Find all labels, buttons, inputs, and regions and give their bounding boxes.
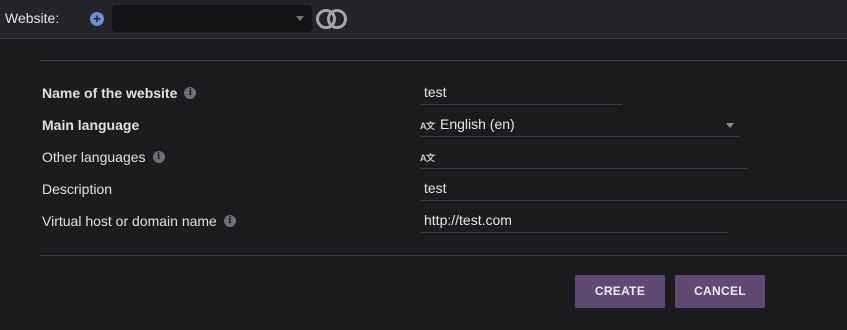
info-icon[interactable]: i bbox=[184, 87, 197, 99]
divider bbox=[40, 255, 847, 256]
website-select[interactable] bbox=[112, 5, 312, 32]
description-label: Description bbox=[42, 181, 113, 197]
vhost-label-row: Virtual host or domain name i bbox=[42, 212, 236, 230]
add-website-icon[interactable]: + bbox=[90, 12, 104, 26]
name-value: test bbox=[424, 84, 447, 100]
vhost-value: http://test.com bbox=[424, 212, 512, 228]
main-language-label: Main language bbox=[42, 117, 140, 133]
description-value: test bbox=[424, 180, 447, 196]
name-label: Name of the website bbox=[42, 85, 178, 101]
other-languages-label-row: Other languages i bbox=[42, 148, 165, 166]
name-field[interactable]: test bbox=[420, 81, 622, 105]
cancel-button[interactable]: CANCEL bbox=[675, 275, 765, 308]
divider bbox=[40, 60, 847, 61]
main-language-value: English (en) bbox=[440, 116, 515, 132]
top-toolbar: Website: + bbox=[0, 0, 847, 39]
description-field[interactable]: test bbox=[420, 177, 847, 201]
name-label-row: Name of the website i bbox=[42, 84, 197, 102]
info-icon[interactable]: i bbox=[223, 215, 236, 227]
language-icon: A文 bbox=[420, 153, 435, 163]
description-label-row: Description bbox=[42, 180, 112, 198]
toggle-icon[interactable] bbox=[316, 9, 347, 29]
other-languages-label: Other languages bbox=[42, 149, 146, 165]
language-icon: A文 bbox=[420, 121, 435, 131]
website-label: Website: bbox=[5, 10, 60, 26]
chevron-down-icon bbox=[726, 123, 734, 128]
vhost-label: Virtual host or domain name bbox=[42, 213, 217, 229]
create-button[interactable]: CREATE bbox=[575, 275, 665, 308]
main-language-label-row: Main language bbox=[42, 116, 139, 134]
info-icon[interactable]: i bbox=[152, 151, 165, 163]
vhost-field[interactable]: http://test.com bbox=[420, 209, 728, 233]
chevron-down-icon bbox=[296, 16, 304, 21]
other-languages-field[interactable]: A文 bbox=[420, 145, 748, 169]
main-language-select[interactable]: A文 English (en) bbox=[420, 113, 740, 137]
